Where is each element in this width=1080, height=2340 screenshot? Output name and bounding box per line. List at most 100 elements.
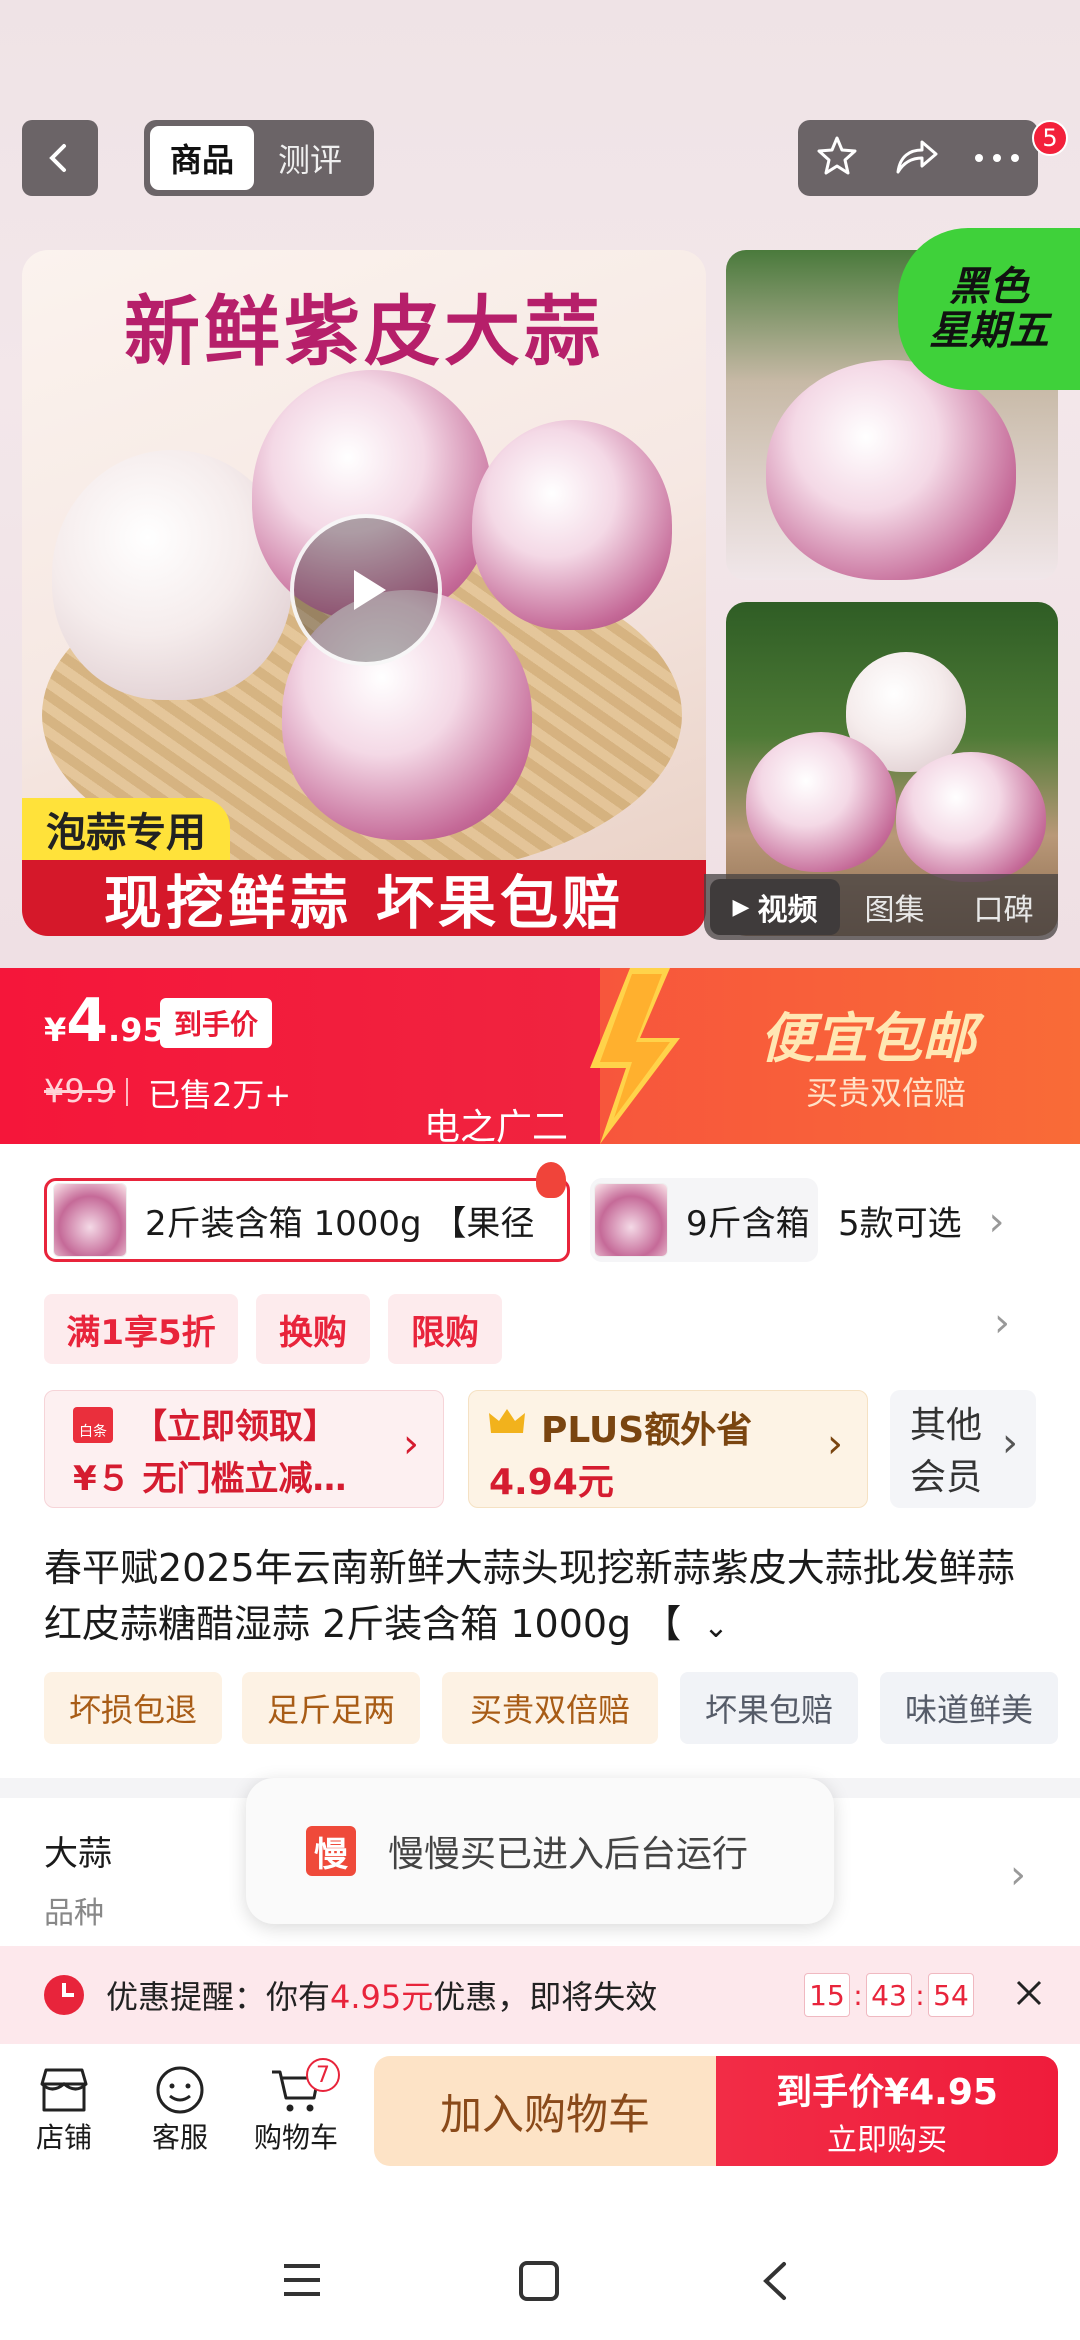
attribute-value: 大蒜 (44, 1834, 112, 1874)
baitiao-icon: 白条 (73, 1407, 113, 1443)
cart-label: 购物车 (253, 2121, 338, 2154)
lightning-bolt-icon (590, 968, 680, 1144)
sold-count: 已售2万+ (148, 1076, 292, 1114)
chevron-right-icon: › (1002, 1420, 1018, 1466)
plus-savings-card[interactable]: PLUS额外省 4.94元 › (468, 1390, 868, 1508)
sku-option-selected[interactable]: 2斤装含箱 1000g 【果径 (44, 1178, 570, 1262)
garlic-illustration (472, 420, 672, 630)
notification-badge: 5 (1032, 120, 1068, 156)
coupon-title: 【立即领取】 (133, 1407, 337, 1447)
hot-flame-icon (536, 1162, 566, 1198)
chevron-right-icon: › (827, 1421, 843, 1467)
price-decimal: .95 (108, 1011, 165, 1049)
original-price: ¥9.9 (44, 1072, 116, 1110)
chevron-right-icon: › (403, 1421, 419, 1467)
crown-icon (489, 1409, 525, 1433)
product-title-text: 春平赋2025年云南新鲜大蒜头现挖新蒜紫皮大蒜批发鲜蒜红皮蒜糖醋湿蒜 2斤装含箱… (44, 1546, 1015, 1646)
favorite-star-icon[interactable] (815, 134, 859, 182)
cart-count-badge: 7 (306, 2058, 340, 2092)
service-label: 客服 (151, 2121, 208, 2154)
home-icon[interactable] (518, 2260, 560, 2306)
shop-icon (40, 2068, 88, 2112)
media-tab-video-label: 视频 (757, 893, 818, 928)
final-price-tag: 到手价 (160, 998, 273, 1048)
plus-amount: 4.94元 (489, 1462, 614, 1503)
toast-message: 慢慢买已进入后台运行 (388, 1834, 749, 1875)
media-tabs: ▶ 视频 图集 口碑 (704, 874, 1058, 940)
clock-icon (44, 1975, 84, 2015)
image-tag-guarantee: 现挖鲜蒜 坏果包赔 (22, 860, 706, 936)
page-tabs: 商品 测评 (144, 120, 374, 196)
promo-title: 便宜包邮 (760, 1007, 976, 1070)
sku-label: 2斤装含箱 1000g 【果径 (145, 1203, 535, 1244)
product-title[interactable]: 春平赋2025年云南新鲜大蒜头现挖新蒜紫皮大蒜批发鲜蒜红皮蒜糖醋湿蒜 2斤装含箱… (44, 1540, 1044, 1656)
countdown-hours: 15 (804, 1973, 850, 2017)
chevron-right-icon[interactable]: › (994, 1300, 1010, 1346)
promo-chip-discount[interactable]: 满1享5折 (44, 1294, 238, 1364)
attribute-label: 品种 (44, 1896, 104, 1931)
menu-icon[interactable] (282, 2262, 322, 2302)
header-actions (798, 120, 1038, 196)
countdown-seconds: 54 (928, 1973, 974, 2017)
more-icon[interactable] (973, 149, 1021, 168)
service-tag: 坏果包赔 (680, 1672, 858, 1744)
chevron-down-icon[interactable]: ⌄ (703, 1610, 728, 1645)
price-integer: 4 (66, 986, 109, 1056)
overlay-text: 电之广二 (424, 1107, 569, 1148)
tab-product[interactable]: 商品 (150, 126, 254, 190)
chevron-right-icon: › (988, 1199, 1005, 1245)
buy-now-price: 到手价¥4.95 (776, 2072, 998, 2113)
promo-chip-exchange[interactable]: 换购 (256, 1294, 370, 1364)
image-title: 新鲜紫皮大蒜 (124, 287, 604, 376)
back-button[interactable] (22, 120, 98, 196)
chevron-right-icon[interactable]: › (1010, 1852, 1026, 1898)
buy-now-label: 立即购买 (827, 2123, 947, 2158)
system-back-icon[interactable] (760, 2260, 790, 2306)
sku-thumbnail (53, 1183, 127, 1257)
sku-label: 9斤含箱 (686, 1203, 810, 1244)
garlic-illustration (896, 752, 1046, 882)
member-line1: 其他 (910, 1405, 983, 1446)
app-logo-icon: 慢 (306, 1826, 356, 1876)
tab-review[interactable]: 测评 (254, 126, 366, 190)
service-tag: 味道鲜美 (880, 1672, 1058, 1744)
image-tag-pickle: 泡蒜专用 (22, 798, 230, 860)
garlic-illustration (746, 732, 896, 872)
promo-chip-limit[interactable]: 限购 (388, 1294, 502, 1364)
add-to-cart-button[interactable]: 加入购物车 (374, 2056, 716, 2166)
sku-more-options[interactable]: 5款可选 › (838, 1196, 1004, 1245)
shop-button[interactable]: 店铺 (14, 2064, 114, 2156)
play-icon (354, 570, 386, 610)
coupon-card[interactable]: 白条 【立即领取】 ¥５ 无门槛立减… › (44, 1390, 444, 1508)
black-friday-badge: 黑色 星期五 (898, 228, 1080, 390)
service-tag: 买贵双倍赔 (442, 1672, 658, 1744)
chat-smile-icon (156, 2066, 204, 2114)
garlic-illustration (766, 360, 1016, 580)
reminder-text: 优惠提醒：你有4.95元优惠，即将失效 (106, 1978, 658, 2016)
sku-thumbnail (594, 1183, 668, 1257)
countdown-timer: 15 : 43 : 54 (804, 1973, 974, 2017)
discount-reminder-bar: 优惠提醒：你有4.95元优惠，即将失效 15 : 43 : 54 (0, 1946, 1080, 2044)
plus-title: PLUS额外省 (541, 1410, 753, 1451)
close-icon[interactable] (1014, 1978, 1044, 2012)
buy-now-button[interactable]: 到手价¥4.95 立即购买 (716, 2056, 1058, 2166)
member-line2: 会员 (910, 1457, 983, 1498)
sku-option[interactable]: 9斤含箱 (590, 1178, 818, 1262)
current-price: ¥ 4 .95 (44, 986, 165, 1056)
service-tag: 坏损包退 (44, 1672, 222, 1744)
play-video-button[interactable] (290, 514, 442, 666)
customer-service-button[interactable]: 客服 (130, 2064, 230, 2156)
media-tab-reviews[interactable]: 口碑 (949, 885, 1058, 929)
background-run-toast: 慢 慢慢买已进入后台运行 (246, 1778, 834, 1924)
share-icon[interactable] (892, 134, 940, 182)
system-navigation-bar (0, 2200, 1080, 2340)
sku-more-label: 5款可选 (838, 1204, 962, 1244)
media-tab-album[interactable]: 图集 (840, 885, 949, 929)
price-divider (126, 1078, 128, 1106)
reminder-amount: 4.95元 (330, 1978, 434, 2016)
main-product-image[interactable]: 新鲜紫皮大蒜 泡蒜专用 现挖鲜蒜 坏果包赔 (22, 250, 706, 936)
media-tab-video[interactable]: ▶ 视频 (710, 879, 840, 935)
play-triangle-icon: ▶ (732, 894, 750, 920)
countdown-minutes: 43 (866, 1973, 912, 2017)
other-member-card[interactable]: 其他 会员 › (890, 1390, 1036, 1508)
